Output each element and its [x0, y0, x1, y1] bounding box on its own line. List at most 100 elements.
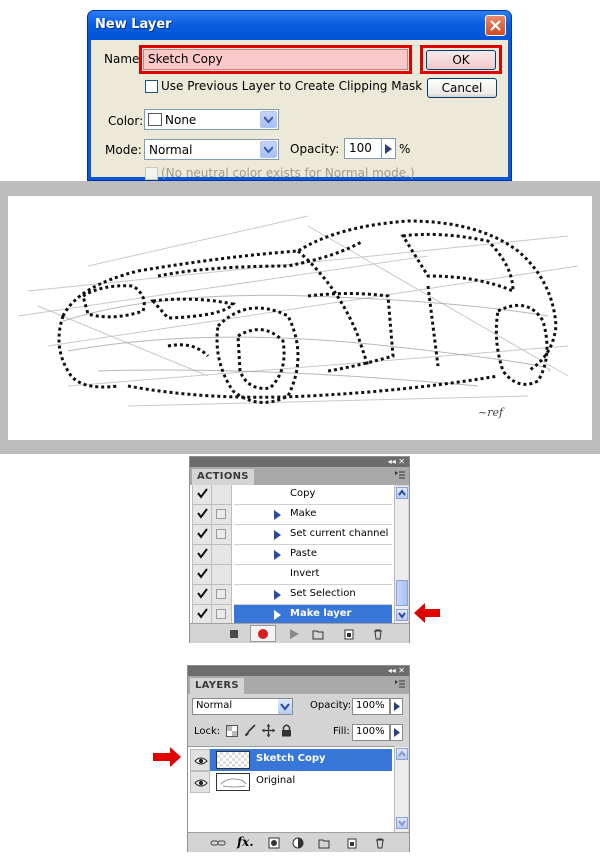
expand-triangle-icon[interactable] [274, 590, 281, 600]
layer-opacity-label: Opacity: [310, 700, 352, 711]
panel-topbar[interactable]: ◂◂ ✕ [190, 457, 409, 467]
action-item[interactable]: Set current channel [192, 525, 392, 545]
fill-label: Fill: [333, 726, 350, 737]
opacity-label: Opacity: [290, 142, 340, 156]
fx-layer-style-icon[interactable]: fx. [237, 835, 254, 849]
action-item-body[interactable]: Paste [234, 545, 392, 565]
blend-mode-select[interactable]: Normal [192, 698, 293, 715]
trash-icon[interactable] [374, 837, 386, 849]
scroll-down-button[interactable] [396, 817, 408, 829]
panel-topbar[interactable]: ◂◂ ✕ [188, 666, 409, 676]
expand-triangle-icon[interactable] [274, 530, 281, 540]
car-sketch-image: ~ref [8, 196, 592, 440]
mode-select[interactable]: Normal [144, 139, 279, 160]
action-item[interactable]: Set Selection [192, 585, 392, 605]
action-item-label: Make [290, 508, 317, 519]
action-item[interactable]: Make layer [192, 605, 392, 625]
action-item-body[interactable]: Invert [234, 565, 392, 585]
trash-icon[interactable] [372, 628, 384, 640]
name-input[interactable]: Sketch Copy [143, 49, 408, 70]
layer-row-sketch-copy[interactable]: Sketch Copy [190, 749, 392, 771]
add-mask-icon[interactable] [268, 837, 280, 849]
action-toggle-checkbox[interactable] [192, 505, 212, 525]
dialog-toggle-cell[interactable] [212, 505, 232, 525]
eye-visibility-icon[interactable] [190, 749, 210, 771]
action-toggle-checkbox[interactable] [192, 605, 212, 625]
layer-name: Original [256, 775, 296, 786]
scroll-thumb[interactable] [396, 580, 408, 606]
lock-image-brush-icon[interactable] [244, 724, 256, 737]
dialog-toggle-cell[interactable] [212, 565, 232, 585]
dialog-toggle-cell[interactable] [212, 485, 232, 505]
record-button[interactable] [250, 625, 276, 642]
red-arrow-left-icon [414, 603, 440, 623]
eye-visibility-icon[interactable] [190, 771, 210, 793]
action-toggle-checkbox[interactable] [192, 525, 212, 545]
clipping-mask-label: Use Previous Layer to Create Clipping Ma… [161, 79, 423, 93]
expand-triangle-icon[interactable] [274, 510, 281, 520]
action-toggle-checkbox[interactable] [192, 565, 212, 585]
panel-menu-icon[interactable] [395, 471, 405, 479]
action-item-body[interactable]: Set current channel [234, 525, 392, 545]
scroll-up-button[interactable] [396, 748, 408, 760]
triangle-right-icon [394, 728, 400, 737]
lock-position-move-icon[interactable] [262, 724, 275, 737]
fill-slider-button[interactable] [390, 724, 403, 741]
fill-input[interactable]: 100% [352, 724, 390, 741]
action-item-label: Copy [290, 488, 316, 499]
clipping-mask-checkbox[interactable] [145, 80, 158, 93]
neutral-color-checkbox[interactable] [145, 167, 158, 180]
dialog-titlebar[interactable]: New Layer [88, 11, 511, 40]
actions-scrollbar[interactable] [394, 486, 408, 624]
dialog-toggle-cell[interactable] [212, 605, 232, 625]
layer-opacity-input[interactable]: 100% [352, 698, 390, 715]
stop-icon[interactable] [228, 628, 240, 640]
adjustment-layer-icon[interactable] [292, 837, 304, 849]
action-item[interactable]: Invert [192, 565, 392, 585]
tab-actions[interactable]: ACTIONS [192, 469, 254, 485]
action-toggle-checkbox[interactable] [192, 545, 212, 565]
opacity-input[interactable]: 100 [344, 138, 382, 159]
dialog-toggle-cell[interactable] [212, 585, 232, 605]
opacity-slider-button[interactable] [382, 138, 396, 159]
panel-controls[interactable]: ◂◂ ✕ [388, 666, 405, 676]
layers-scrollbar[interactable] [394, 747, 408, 832]
layer-name: Sketch Copy [256, 753, 326, 764]
expand-triangle-icon[interactable] [274, 550, 281, 560]
action-item-body[interactable]: Make layer [234, 605, 392, 625]
close-button[interactable] [485, 15, 506, 36]
folder-icon[interactable] [318, 837, 330, 849]
action-item-body[interactable]: Make [234, 505, 392, 525]
lock-transparent-icon[interactable] [226, 725, 238, 737]
new-layer-icon[interactable] [346, 837, 358, 849]
blend-mode-value: Normal [196, 700, 233, 711]
play-icon[interactable] [288, 628, 300, 640]
opacity-unit: % [399, 142, 411, 156]
cancel-button[interactable]: Cancel [427, 78, 497, 98]
panel-menu-icon[interactable] [395, 680, 405, 688]
dialog-toggle-cell[interactable] [212, 545, 232, 565]
action-item-label: Make layer [290, 608, 352, 619]
lock-all-padlock-icon[interactable] [281, 724, 292, 737]
layer-opacity-slider-button[interactable] [390, 698, 403, 715]
action-toggle-checkbox[interactable] [192, 485, 212, 505]
action-item-body[interactable]: Copy [234, 485, 392, 505]
action-item-body[interactable]: Set Selection [234, 585, 392, 605]
new-action-icon[interactable] [343, 628, 355, 640]
action-toggle-checkbox[interactable] [192, 585, 212, 605]
action-item[interactable]: Copy [192, 485, 392, 505]
color-select[interactable]: None [144, 109, 279, 130]
ok-button[interactable]: OK [426, 50, 496, 70]
expand-triangle-icon[interactable] [274, 610, 281, 620]
dialog-toggle-cell[interactable] [212, 525, 232, 545]
dialog-toggle-icon [216, 609, 226, 619]
link-layers-icon[interactable] [210, 837, 226, 849]
scroll-down-button[interactable] [396, 609, 408, 621]
tab-layers[interactable]: LAYERS [190, 678, 244, 694]
action-item[interactable]: Make [192, 505, 392, 525]
layer-row-original[interactable]: Original [190, 771, 392, 793]
scroll-up-button[interactable] [396, 487, 408, 499]
panel-controls[interactable]: ◂◂ ✕ [388, 457, 405, 467]
action-item[interactable]: Paste [192, 545, 392, 565]
folder-icon[interactable] [312, 628, 324, 640]
